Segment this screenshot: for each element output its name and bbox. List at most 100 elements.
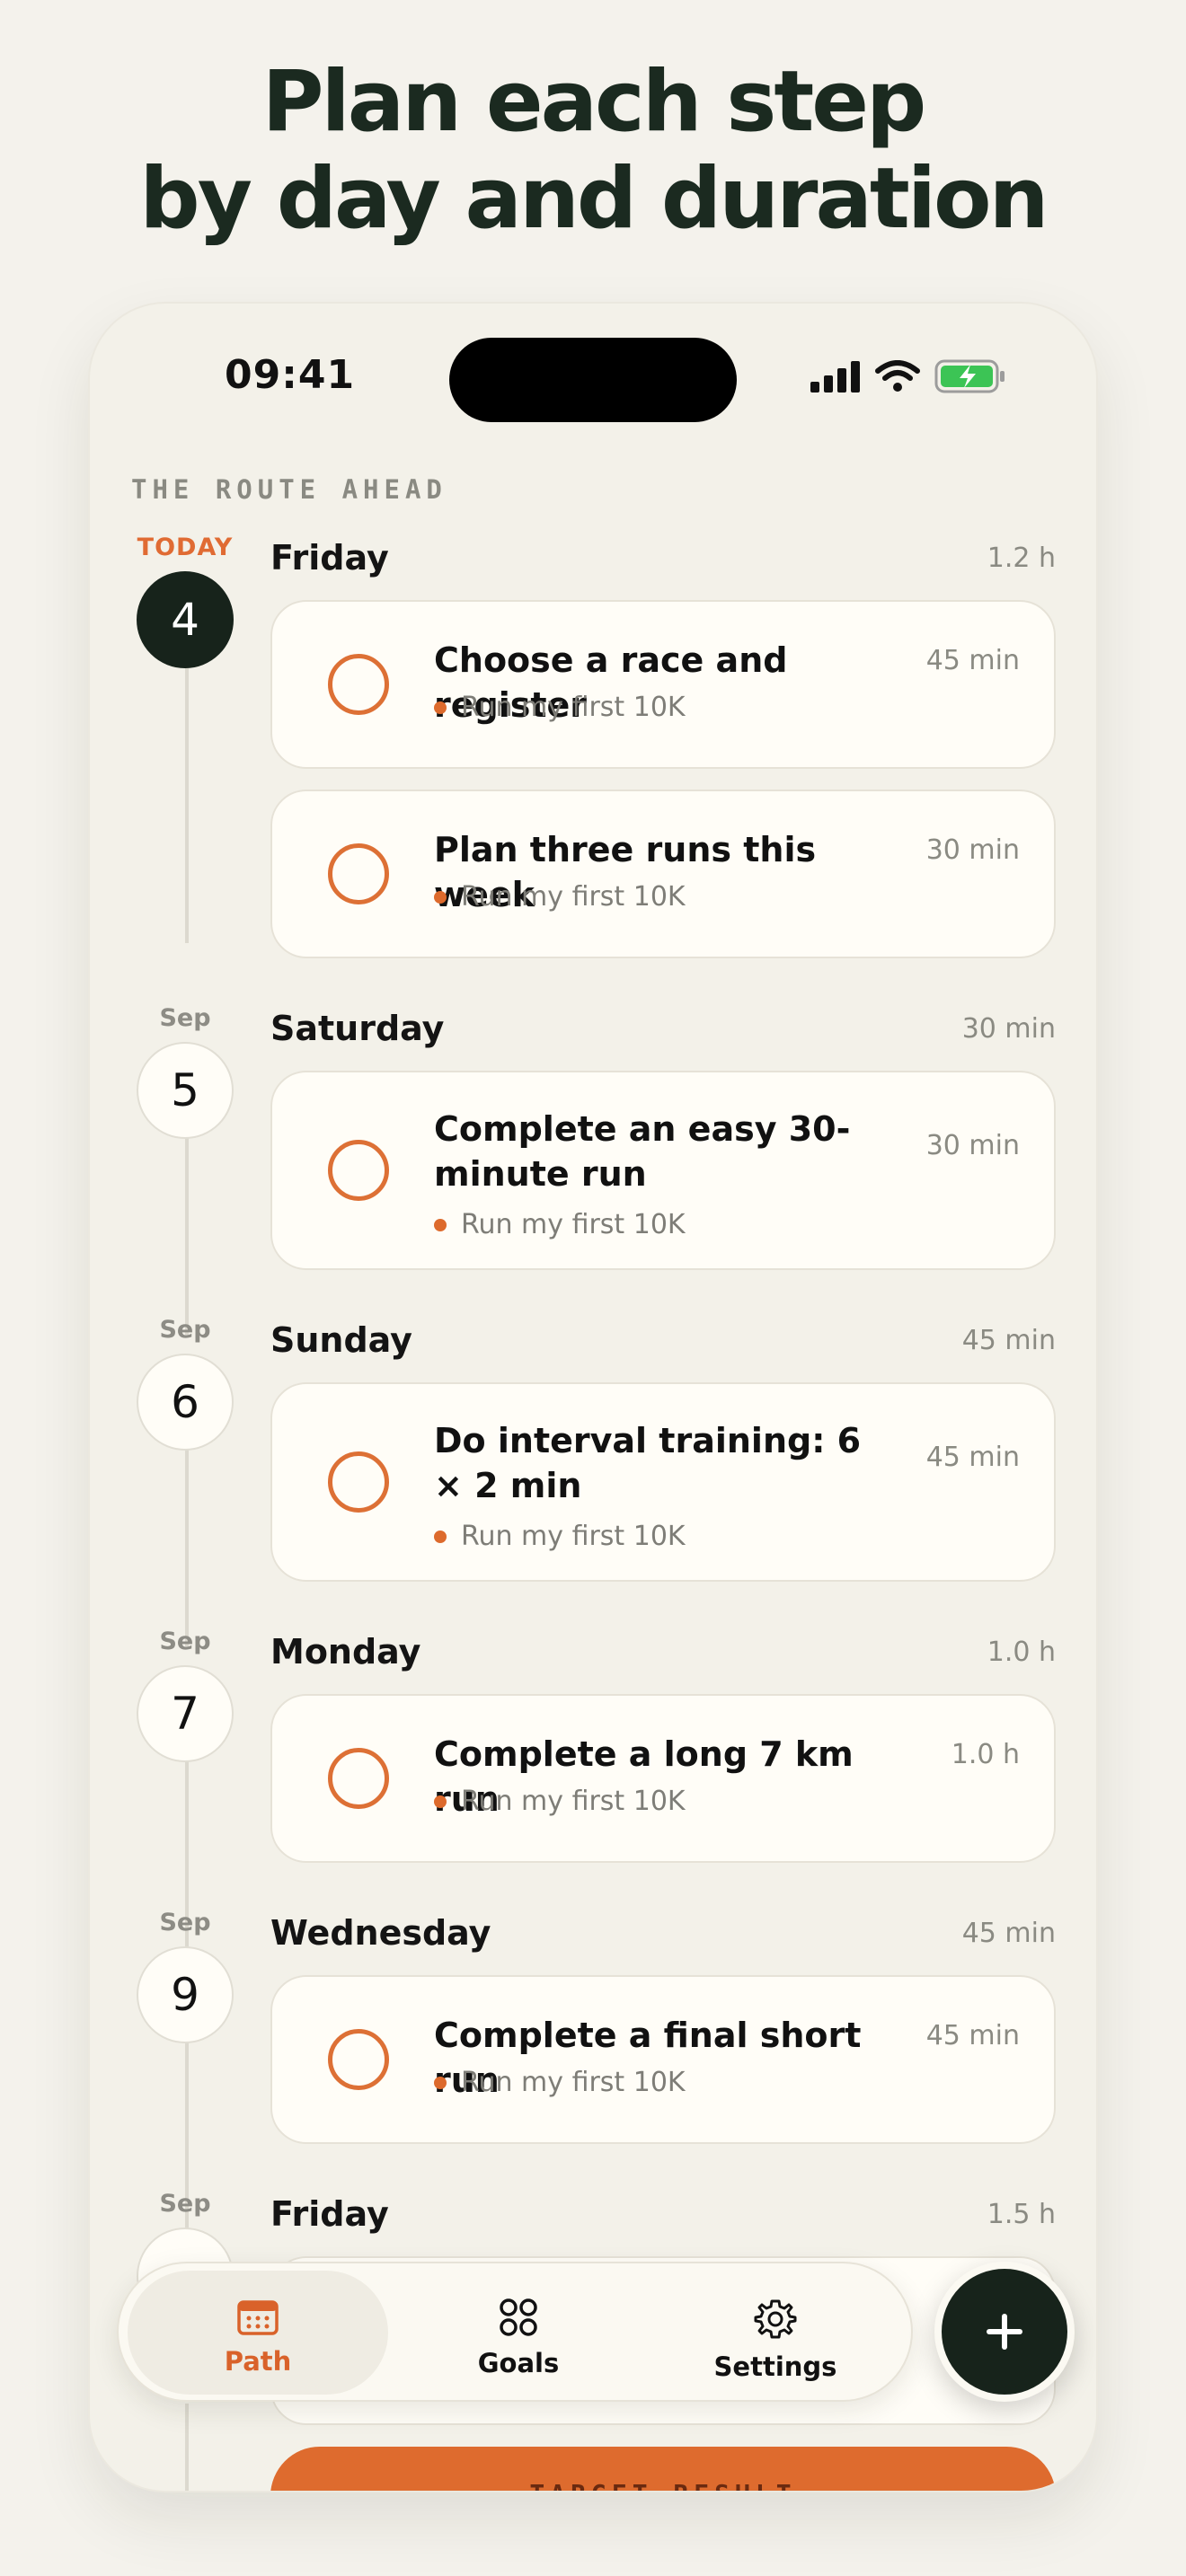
date-marker: TODAY 4 (135, 530, 235, 668)
tab-settings-label: Settings (713, 2351, 837, 2382)
date-circle[interactable]: 9 (137, 1946, 234, 2043)
day-header: Friday 1.5 h (270, 2186, 1056, 2242)
plus-icon (987, 2314, 1022, 2350)
day-name: Monday (270, 1632, 421, 1672)
battery-charging-icon (934, 359, 1005, 393)
day-total-duration: 45 min (961, 1917, 1056, 1949)
task-goal-label: Run my first 10K (461, 1521, 686, 1552)
calendar-icon (237, 2300, 279, 2335)
day-total-duration: 45 min (961, 1324, 1056, 1356)
day-header: Friday 1.2 h (270, 530, 1056, 586)
timeline-rail (185, 1110, 189, 1335)
day-total-duration: 1.2 h (987, 542, 1056, 574)
dynamic-island (449, 338, 737, 422)
goal-dot-icon (434, 2076, 447, 2089)
tab-goals[interactable]: Goals (388, 2271, 649, 2395)
task-duration: 45 min (925, 645, 1020, 676)
task-goal: Run my first 10K (434, 881, 686, 913)
month-tag: Sep (159, 1004, 211, 1032)
month-tag: Sep (159, 1909, 211, 1936)
task-checkbox[interactable] (328, 1748, 389, 1809)
task-card[interactable]: Complete an easy 30-minute run Run my fi… (270, 1071, 1056, 1270)
day-name: Friday (270, 2194, 389, 2234)
day-header: Monday 1.0 h (270, 1624, 1056, 1680)
timeline-rail (185, 2404, 189, 2491)
today-tag: TODAY (137, 534, 234, 561)
task-goal-label: Run my first 10K (461, 881, 686, 913)
add-button[interactable] (934, 2262, 1075, 2402)
task-goal: Run my first 10K (434, 1786, 686, 1817)
date-marker: Sep 6 (135, 1312, 235, 1451)
date-marker: Sep 7 (135, 1624, 235, 1762)
status-icons (810, 359, 1006, 393)
status-time: 09:41 (225, 352, 356, 398)
task-goal: Run my first 10K (434, 2067, 686, 2098)
day-header: Saturday 30 min (270, 1001, 1056, 1056)
task-goal: Run my first 10K (434, 1209, 686, 1240)
date-circle[interactable]: 5 (137, 1042, 234, 1139)
date-circle[interactable]: 7 (137, 1665, 234, 1762)
phone-screen: 09:41 THE ROUTE AHEAD TODAY 4 Friday 1.2… (90, 304, 1096, 2491)
target-result-button[interactable]: TARGET RESULT (270, 2447, 1056, 2491)
day-total-duration: 1.5 h (987, 2198, 1056, 2230)
task-card[interactable]: Complete a long 7 km run Run my first 10… (270, 1694, 1056, 1863)
timeline-rail (185, 638, 189, 943)
date-circle[interactable]: 4 (137, 571, 234, 668)
day-name: Friday (270, 538, 389, 578)
tab-goals-label: Goals (477, 2348, 560, 2378)
task-duration: 45 min (925, 2020, 1020, 2051)
section-label: THE ROUTE AHEAD (131, 474, 447, 505)
date-marker: Sep 9 (135, 1905, 235, 2043)
task-goal-label: Run my first 10K (461, 1209, 686, 1240)
month-tag: Sep (159, 1316, 211, 1344)
day-name: Wednesday (270, 1913, 491, 1953)
goal-dot-icon (434, 1795, 447, 1808)
grid-circles-icon (500, 2298, 537, 2336)
day-name: Saturday (270, 1009, 445, 1048)
task-checkbox[interactable] (328, 2029, 389, 2090)
gear-icon (754, 2299, 797, 2339)
task-checkbox[interactable] (328, 1451, 389, 1513)
task-card[interactable]: Do interval training: 6 × 2 min Run my f… (270, 1382, 1056, 1582)
task-goal-label: Run my first 10K (461, 1786, 686, 1817)
goal-dot-icon (434, 1218, 447, 1231)
headline-line-2: by day and duration (139, 150, 1049, 248)
task-duration: 30 min (925, 1130, 1020, 1161)
tab-path[interactable]: Path (128, 2271, 388, 2395)
page-headline: Plan each step by day and duration (0, 54, 1186, 248)
tab-bar: Path Goals Settings (117, 2262, 913, 2402)
headline-line-1: Plan each step (261, 53, 927, 151)
task-checkbox[interactable] (328, 843, 389, 904)
day-name: Sunday (270, 1320, 412, 1360)
task-duration: 30 min (925, 834, 1020, 866)
goal-dot-icon (434, 890, 447, 904)
task-card[interactable]: Choose a race and register Run my first … (270, 600, 1056, 769)
task-duration: 1.0 h (951, 1739, 1020, 1770)
task-goal-label: Run my first 10K (461, 692, 686, 723)
tab-settings[interactable]: Settings (645, 2271, 906, 2395)
timeline-rail (185, 1422, 189, 1646)
task-goal: Run my first 10K (434, 1521, 686, 1552)
wifi-icon (875, 360, 920, 392)
task-title: Complete an easy 30-minute run (434, 1109, 851, 1194)
day-header: Sunday 45 min (270, 1312, 1056, 1368)
tab-path-label: Path (224, 2346, 292, 2377)
task-checkbox[interactable] (328, 654, 389, 715)
task-title: Do interval training: 6 × 2 min (434, 1421, 862, 1505)
goal-dot-icon (434, 1530, 447, 1543)
date-marker: Sep 5 (135, 1001, 235, 1139)
day-total-duration: 30 min (961, 1012, 1056, 1045)
task-checkbox[interactable] (328, 1140, 389, 1201)
day-total-duration: 1.0 h (987, 1636, 1056, 1668)
task-card[interactable]: Plan three runs this week Run my first 1… (270, 790, 1056, 958)
day-header: Wednesday 45 min (270, 1905, 1056, 1961)
month-tag: Sep (159, 2190, 211, 2218)
date-circle[interactable]: 6 (137, 1354, 234, 1451)
task-goal: Run my first 10K (434, 692, 686, 723)
task-duration: 45 min (925, 1442, 1020, 1473)
goal-dot-icon (434, 701, 447, 714)
task-goal-label: Run my first 10K (461, 2067, 686, 2098)
cellular-signal-icon (810, 361, 860, 393)
month-tag: Sep (159, 1628, 211, 1655)
task-card[interactable]: Complete a final short run Run my first … (270, 1975, 1056, 2144)
